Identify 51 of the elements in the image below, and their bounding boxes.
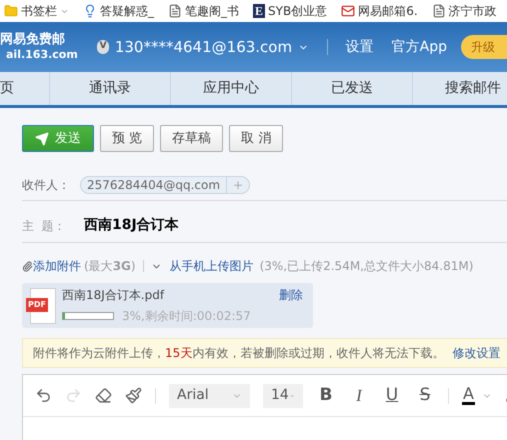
lightbulb-icon	[83, 4, 97, 18]
bookmark-link[interactable]: SYB创业意	[268, 2, 328, 20]
font-select[interactable]: 14	[263, 384, 303, 408]
add-attachment-link[interactable]: 添加附件	[33, 257, 81, 275]
font-select[interactable]: Arial	[169, 384, 250, 408]
progress-text: 3%,剩余时间:00:02:57	[122, 308, 251, 325]
toolbar-button[interactable]: 存草稿	[160, 125, 224, 152]
logo-domain: ail.163.com	[5, 47, 79, 62]
mail-icon	[341, 4, 356, 18]
brush-icon[interactable]	[125, 387, 142, 404]
bookmark-link[interactable]: 笔趣阁_书	[185, 2, 239, 20]
account-email[interactable]: 130****4641@163.com	[114, 36, 292, 58]
paper-plane-icon	[35, 132, 49, 146]
format-button[interactable]: I	[349, 382, 369, 408]
format-button[interactable]: U	[382, 382, 402, 408]
subject-field[interactable]: 西南18J合订本	[84, 215, 179, 236]
text-color-button[interactable]: A	[462, 386, 475, 405]
letter-logo-icon: E	[253, 4, 266, 18]
settings-link[interactable]: 设置	[346, 36, 374, 58]
nav-tab[interactable]: 搜索邮件	[413, 72, 507, 105]
recipient-label: 收件人：	[22, 177, 70, 194]
delete-link[interactable]: 删除	[279, 286, 303, 304]
toolbar-button[interactable]: 预 览	[100, 125, 154, 152]
recipient-chip[interactable]: 2576284404@qq.com +	[80, 176, 250, 194]
folder-icon	[4, 4, 18, 18]
logo-title: 网易免费邮	[0, 32, 66, 47]
nav-tab[interactable]: 通讯录	[50, 72, 171, 105]
bookmark-link[interactable]: 济宁市政	[448, 2, 497, 20]
size-limit-text: (最大3G)	[84, 258, 136, 275]
notice-text: 附件将作为云附件上传，15天内有效，若被删除或过期，收件人将无法下载。	[33, 345, 444, 362]
settings-link[interactable]: 修改设置	[452, 344, 500, 362]
bookmark-link[interactable]: 答疑解惑_	[100, 2, 154, 20]
page-icon	[168, 4, 182, 18]
paperclip-icon[interactable]	[22, 260, 33, 272]
upload-status: (3%,已上传2.54M,总文件大小84.81M)	[260, 258, 474, 275]
format-button[interactable]: B	[316, 382, 336, 408]
bookmark-link[interactable]: 网易邮箱6.	[358, 2, 418, 20]
nav-tab[interactable]: 页	[0, 72, 50, 105]
toolbar-button[interactable]: 取 消	[229, 125, 284, 152]
eraser-icon[interactable]	[95, 387, 112, 404]
nav-tab[interactable]: 已发送	[292, 72, 413, 105]
file-name: 西南18J合订本.pdf	[62, 287, 164, 304]
app-link[interactable]: 官方App	[392, 36, 447, 58]
nav-tab[interactable]: 应用中心	[171, 72, 292, 105]
vip-badge-icon: V	[97, 40, 109, 54]
subject-label: 主 题：	[22, 218, 67, 234]
phone-upload-link[interactable]: 从手机上传图片	[170, 257, 254, 275]
undo-icon[interactable]	[35, 387, 52, 404]
page-icon	[432, 4, 446, 18]
bookmark-link[interactable]: 书签栏	[21, 2, 57, 20]
format-button[interactable]: S	[415, 382, 435, 408]
